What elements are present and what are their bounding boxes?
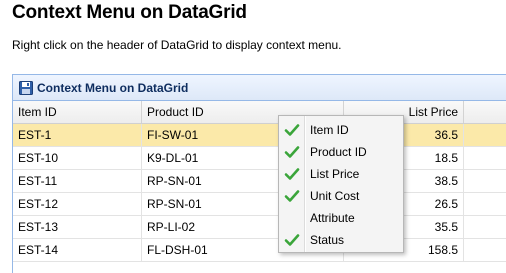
table-cell[interactable]: EST-1 [13,124,142,146]
context-menu: Item ID Product ID List Price Unit Cost Attr… [278,115,404,253]
table-cell[interactable] [464,193,506,215]
table-row[interactable]: EST-14 FL-DSH-01 158.5 [13,239,506,262]
panel-title: Context Menu on DataGrid [37,80,189,95]
table-cell[interactable]: EST-13 [13,216,142,238]
menu-item[interactable]: Attribute [279,207,403,229]
table-cell[interactable]: EST-12 [13,193,142,215]
menu-item[interactable]: Item ID [279,119,403,141]
table-cell[interactable] [464,216,506,238]
checkmark-icon [284,188,300,204]
table-cell[interactable]: EST-11 [13,170,142,192]
menu-item[interactable]: List Price [279,163,403,185]
menu-item-label: Item ID [310,123,349,137]
checkmark-icon [284,166,300,182]
checkmark-icon [284,144,300,160]
table-row[interactable]: EST-1 FI-SW-01 36.5 [13,124,506,147]
menu-item[interactable]: Unit Cost [279,185,403,207]
menu-item[interactable]: Status [279,229,403,251]
table-cell[interactable]: EST-14 [13,239,142,261]
menu-item-label: List Price [310,167,360,181]
table-cell[interactable] [464,124,506,146]
table-cell[interactable] [464,147,506,169]
table-row[interactable]: EST-10 K9-DL-01 18.5 [13,147,506,170]
panel-header: Context Menu on DataGrid [13,75,506,101]
menu-item-label: Attribute [310,211,355,225]
grid-body: Item ID Product ID List Price EST-1 FI-SW… [13,101,506,262]
table-cell[interactable]: EST-10 [13,147,142,169]
header-row[interactable]: Item ID Product ID List Price [13,101,506,124]
table-cell[interactable] [464,239,506,261]
table-row[interactable]: EST-13 RP-LI-02 35.5 [13,216,506,239]
column-header-unit-cost[interactable] [464,101,506,123]
page-description: Right click on the header of DataGrid to… [12,38,342,52]
menu-item-label: Status [310,233,345,247]
table-row[interactable]: EST-11 RP-SN-01 38.5 [13,170,506,193]
table-cell[interactable] [464,170,506,192]
menu-item-label: Product ID [310,145,367,159]
save-icon [19,80,33,95]
table-row[interactable]: EST-12 RP-SN-01 26.5 [13,193,506,216]
datagrid: Context Menu on DataGrid Item ID Product… [12,74,506,273]
checkmark-icon [284,232,300,248]
page-title: Context Menu on DataGrid [12,2,247,23]
checkmark-icon [284,122,300,138]
column-header-item-id[interactable]: Item ID [13,101,142,123]
menu-item-label: Unit Cost [310,189,360,203]
menu-item[interactable]: Product ID [279,141,403,163]
